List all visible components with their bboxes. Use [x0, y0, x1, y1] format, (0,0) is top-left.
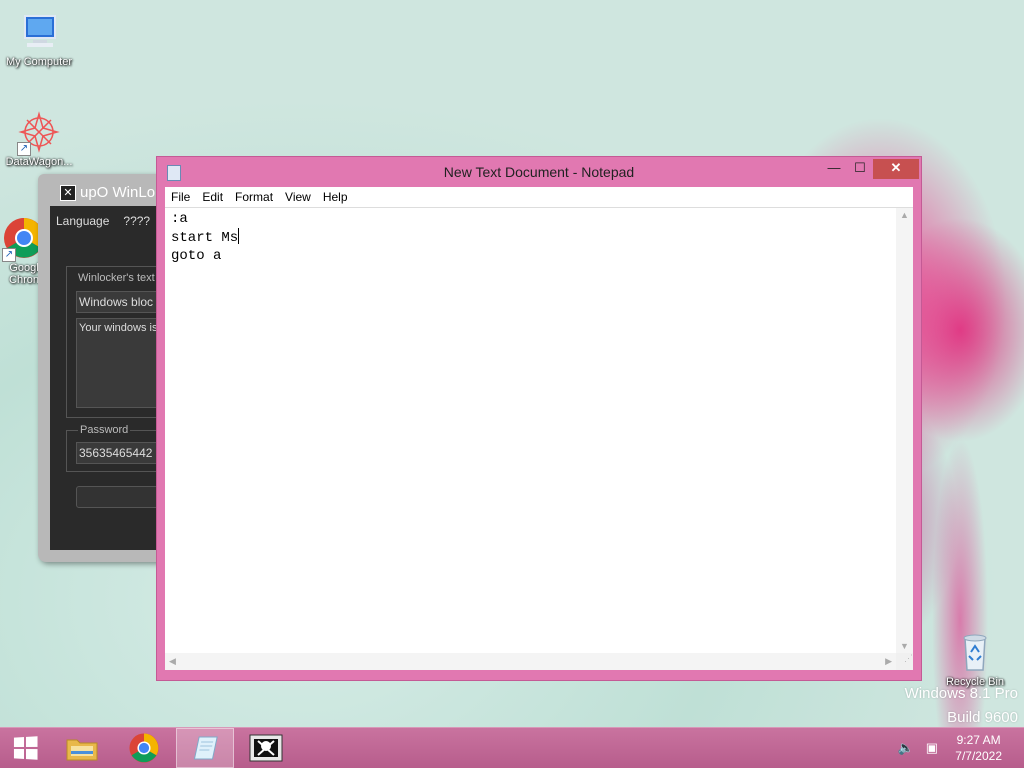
desktop-icon-recycle-bin[interactable]: Recycle Bin	[936, 630, 1014, 688]
notepad-title: New Text Document - Notepad	[443, 164, 635, 180]
computer-icon	[17, 10, 61, 54]
menu-edit[interactable]: Edit	[196, 187, 229, 207]
chrome-icon	[129, 733, 159, 763]
vertical-scrollbar[interactable]: ▲ ▼	[896, 208, 913, 653]
notepad-menubar: File Edit Format View Help	[165, 187, 913, 208]
taskbar-clock[interactable]: 9:27 AM 7/7/2022	[955, 732, 1002, 764]
horizontal-scrollbar[interactable]: ◀ ▶	[165, 653, 896, 670]
windows-watermark-build: Build 9600	[947, 709, 1018, 726]
editor-text[interactable]: :a start Ms goto a	[171, 210, 893, 650]
windows-watermark-edition: Windows 8.1 Pro	[904, 685, 1018, 702]
network-icon[interactable]: ▣	[926, 740, 938, 756]
clock-date: 7/7/2022	[955, 749, 1002, 763]
winlocker-app-icon: ✕	[60, 185, 76, 201]
winlocker-title: upO WinLo	[80, 184, 156, 201]
scroll-right-arrow-icon[interactable]: ▶	[885, 656, 892, 667]
taskbar: 🔈 ▣ 9:27 AM 7/7/2022	[0, 727, 1024, 768]
close-button[interactable]: ✕	[873, 159, 919, 179]
desktop-icon-label: My Computer	[5, 56, 73, 68]
desktop-icon-label: DataWagon...	[5, 156, 73, 168]
minimize-button[interactable]: —	[821, 159, 847, 179]
winlocker-menubar: Language????	[56, 214, 164, 228]
notepad-window[interactable]: New Text Document - Notepad — ☐ ✕ File Ed…	[156, 156, 922, 681]
scroll-down-arrow-icon[interactable]: ▼	[900, 641, 909, 651]
menu-format[interactable]: Format	[229, 187, 279, 207]
maximize-button[interactable]: ☐	[847, 159, 873, 179]
folder-icon	[66, 739, 98, 761]
text-caret	[238, 228, 240, 244]
winlocker-password-label: Password	[78, 424, 131, 436]
start-button[interactable]	[0, 728, 50, 768]
taskbar-chrome[interactable]	[116, 728, 172, 768]
scroll-left-arrow-icon[interactable]: ◀	[169, 656, 176, 667]
menu-file[interactable]: File	[165, 187, 196, 207]
menu-view[interactable]: View	[279, 187, 317, 207]
shortcut-arrow-icon: ↗	[17, 142, 31, 156]
desktop-icon-label: Googl Chron	[9, 262, 39, 286]
winlocker-text-label: Winlocker's text	[78, 272, 155, 284]
volume-muted-icon[interactable]: 🔈	[898, 740, 914, 756]
taskbar-notepad[interactable]	[176, 728, 234, 768]
winlocker-menu-language[interactable]: Language	[56, 214, 109, 228]
windows-logo-icon	[13, 736, 38, 760]
winlocker-menu-unknown[interactable]: ????	[123, 214, 150, 228]
menu-help[interactable]: Help	[317, 187, 354, 207]
desktop-icon-my-computer[interactable]: My Computer	[0, 10, 78, 68]
scroll-up-arrow-icon[interactable]: ▲	[900, 210, 909, 220]
recycle-bin-icon	[953, 630, 997, 674]
clock-time: 9:27 AM	[956, 733, 1001, 747]
notepad-editor[interactable]: :a start Ms goto a ▲ ▼ ◀ ▶ ⋰	[165, 208, 913, 670]
datawagon-icon: ↗	[17, 110, 61, 156]
winlocker-title-bar[interactable]: ✕ upO WinLo	[60, 184, 155, 201]
editor-line: start Ms	[171, 230, 239, 246]
shortcut-arrow-icon: ↗	[2, 248, 16, 262]
taskbar-file-explorer[interactable]	[54, 728, 110, 768]
resize-grip-icon[interactable]: ⋰	[896, 653, 913, 670]
taskbar-winlocker[interactable]	[238, 728, 294, 768]
notepad-icon	[193, 736, 218, 760]
editor-line: goto a	[171, 248, 222, 264]
skull-icon	[249, 734, 283, 762]
desktop-icon-datawagon[interactable]: ↗ DataWagon...	[0, 110, 78, 168]
editor-line: :a	[171, 211, 188, 227]
